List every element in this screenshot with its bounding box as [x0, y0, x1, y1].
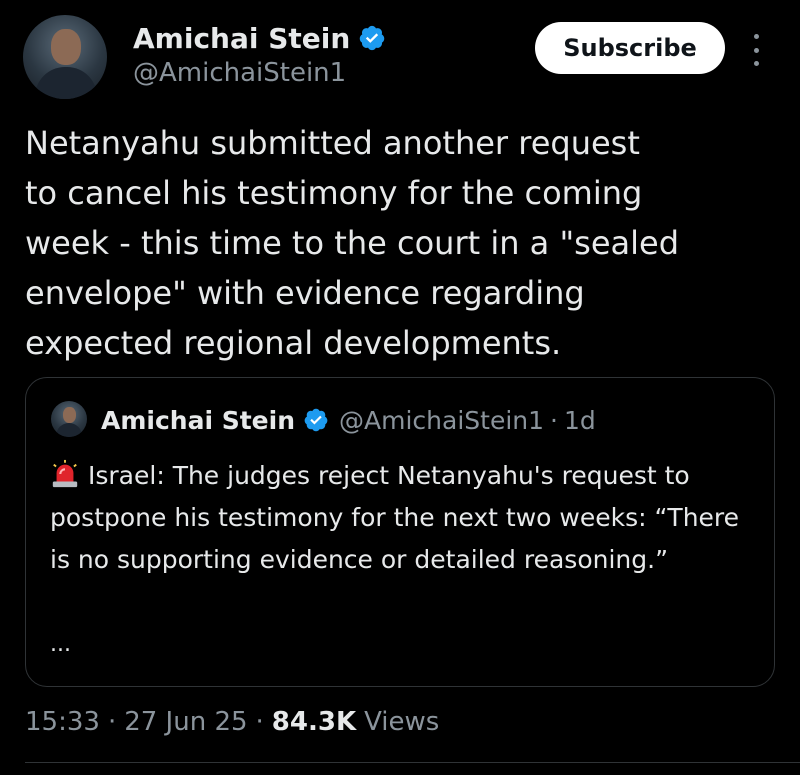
- author-display-name[interactable]: Amichai Stein: [133, 22, 350, 55]
- author-handle[interactable]: @AmichaiStein1: [133, 58, 346, 88]
- more-vertical-icon[interactable]: [744, 30, 768, 70]
- verified-badge-icon: [304, 408, 328, 432]
- more-dot: [753, 61, 759, 66]
- meta-separator: ·: [255, 707, 264, 737]
- views-count[interactable]: 84.3K: [272, 707, 356, 737]
- views-label: Views: [364, 707, 440, 737]
- verified-badge-icon: [360, 25, 385, 51]
- avatar-head: [51, 29, 81, 65]
- quoted-tweet-card[interactable]: Amichai Stein @AmichaiStein1 · 1d Israel…: [25, 377, 775, 687]
- meta-separator: ·: [107, 707, 117, 737]
- quoted-author-handle[interactable]: @AmichaiStein1: [339, 406, 544, 435]
- more-dot: [753, 47, 759, 53]
- tweet-text: Netanyahu submitted another request to c…: [25, 124, 680, 362]
- avatar-head: [63, 407, 76, 423]
- author-avatar[interactable]: [23, 15, 107, 99]
- quoted-truncation-ellipsis: ...: [50, 632, 71, 657]
- quoted-header-row: Amichai Stein @AmichaiStein1 · 1d: [101, 400, 596, 440]
- author-name-row[interactable]: Amichai Stein: [133, 18, 386, 58]
- quoted-tweet-text: Israel: The judges reject Netanyahu's re…: [50, 461, 740, 574]
- avatar-body: [35, 67, 97, 99]
- quoted-timestamp[interactable]: 1d: [564, 406, 596, 435]
- tweet-date[interactable]: 27 Jun 25: [124, 707, 247, 737]
- more-dot: [753, 34, 759, 39]
- quoted-separator: ·: [550, 405, 558, 435]
- subscribe-button[interactable]: Subscribe: [535, 22, 725, 74]
- divider: [25, 762, 800, 763]
- tweet-time[interactable]: 15:33: [25, 707, 100, 737]
- tweet-header: Amichai Stein @AmichaiStein1 Subscribe: [0, 0, 800, 110]
- avatar-body: [56, 423, 82, 437]
- quoted-author-display-name[interactable]: Amichai Stein: [101, 406, 295, 435]
- quoted-author-avatar[interactable]: [51, 401, 87, 437]
- tweet-meta: 15:33 · 27 Jun 25 · 84.3K Views: [25, 702, 439, 742]
- siren-icon: [52, 459, 78, 488]
- quoted-tweet-text-block: Israel: The judges reject Netanyahu's re…: [50, 455, 760, 581]
